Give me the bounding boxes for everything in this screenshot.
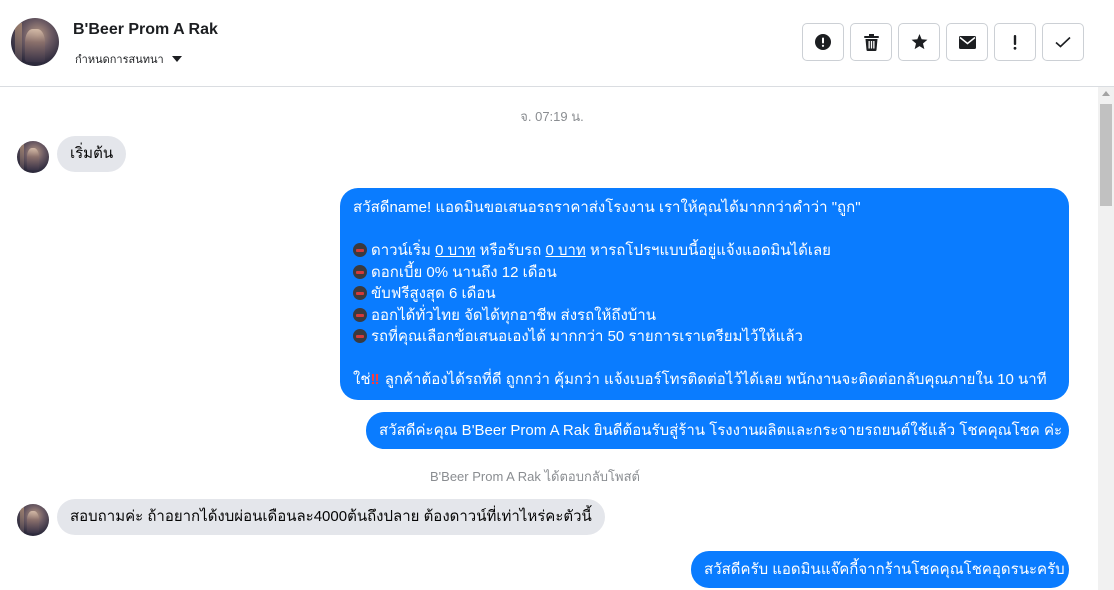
- message-text: ดาวน์เริ่ม: [371, 242, 436, 259]
- car-emoji-icon: [353, 286, 367, 300]
- check-icon: [1055, 36, 1071, 48]
- conversation-schedule-label: กำหนดการสนทนา: [75, 54, 164, 66]
- envelope-icon: [958, 35, 976, 49]
- conversation-header: B'Beer Prom A Rak กำหนดการสนทนา: [0, 0, 1114, 87]
- contact-avatar[interactable]: [11, 18, 59, 66]
- message-text: ออกได้ทั่วไทย จัดได้ทุกอาชีพ ส่งรถให้ถึง…: [371, 306, 656, 324]
- message-line: ออกได้ทั่วไทย จัดได้ทุกอาชีพ ส่งรถให้ถึง…: [353, 305, 1056, 327]
- mark-spam-button[interactable]: [802, 23, 844, 61]
- contact-name[interactable]: B'Beer Prom A Rak: [73, 21, 218, 39]
- conversation-schedule-dropdown[interactable]: กำหนดการสนทนา: [75, 50, 182, 68]
- message-text: ดอกเบี้ย 0% นานถึง 12 เดือน: [371, 263, 557, 281]
- outgoing-message[interactable]: สวัสดีname! แอดมินขอเสนอรถราคาส่งโรงงาน …: [340, 188, 1069, 400]
- mark-done-button[interactable]: [1042, 23, 1084, 61]
- message-line: ขับฟรีสูงสุด 6 เดือน: [353, 283, 1056, 305]
- alert-circle-icon: [815, 34, 831, 50]
- delete-button[interactable]: [850, 23, 892, 61]
- underlined-text: 0 บาท: [545, 242, 586, 259]
- follow-up-button[interactable]: [994, 23, 1036, 61]
- message-text: ใช่: [353, 371, 371, 388]
- sender-avatar[interactable]: [17, 141, 49, 173]
- message-line: สวัสดีname! แอดมินขอเสนอรถราคาส่งโรงงาน …: [353, 199, 861, 216]
- scroll-up-arrow-icon[interactable]: [1102, 91, 1110, 96]
- message-line: ดาวน์เริ่ม 0 บาท หรือรับรถ 0 บาท หารถโปร…: [353, 240, 1056, 262]
- message-timestamp: จ. 07:19 น.: [520, 109, 584, 124]
- star-button[interactable]: [898, 23, 940, 61]
- message-line: รถที่คุณเลือกข้อเสนอเองได้ มากกว่า 50 รา…: [353, 326, 1056, 348]
- sender-avatar[interactable]: [17, 504, 49, 536]
- outgoing-message[interactable]: สวัสดีครับ แอดมินแจ๊คกี้จากร้านโชคคุณโชค…: [691, 551, 1069, 588]
- incoming-message[interactable]: สอบถามค่ะ ถ้าอยากได้งบผ่อนเดือนละ4000ต้น…: [57, 499, 605, 535]
- underlined-text: 0 บาท: [435, 242, 476, 259]
- message-line: ใช่‼ ลูกค้าต้องได้รถที่ดี ถูกกว่า คุ้มกว…: [353, 369, 1056, 391]
- star-icon: [911, 34, 927, 50]
- action-toolbar: [802, 23, 1084, 61]
- message-line: ดอกเบี้ย 0% นานถึง 12 เดือน: [353, 262, 1056, 284]
- car-emoji-icon: [353, 307, 367, 322]
- car-emoji-icon: [353, 329, 367, 343]
- message-text: รถที่คุณเลือกข้อเสนอเองได้ มากกว่า 50 รา…: [371, 328, 803, 345]
- car-emoji-icon: [353, 264, 367, 279]
- caret-down-icon: [171, 56, 182, 62]
- message-text: ขับฟรีสูงสุด 6 เดือน: [371, 285, 496, 302]
- system-notice: B'Beer Prom A Rak ได้ตอบกลับโพสต์: [430, 469, 640, 484]
- message-text: หารถโปรฯแบบนี้อยู่แจ้งแอดมินได้เลย: [585, 242, 831, 259]
- exclamation-icon: [1013, 34, 1017, 50]
- double-exclamation-icon: ‼: [370, 371, 380, 388]
- incoming-message[interactable]: เริ่มต้น: [57, 136, 127, 172]
- message-text: หรือรับรถ: [475, 242, 546, 259]
- trash-icon: [863, 33, 879, 51]
- message-text: ลูกค้าต้องได้รถที่ดี ถูกกว่า คุ้มกว่า แจ…: [380, 371, 1047, 388]
- outgoing-message[interactable]: สวัสดีค่ะคุณ B'Beer Prom A Rak ยินดีต้อน…: [366, 412, 1069, 449]
- mark-unread-button[interactable]: [946, 23, 988, 61]
- car-emoji-icon: [353, 243, 367, 257]
